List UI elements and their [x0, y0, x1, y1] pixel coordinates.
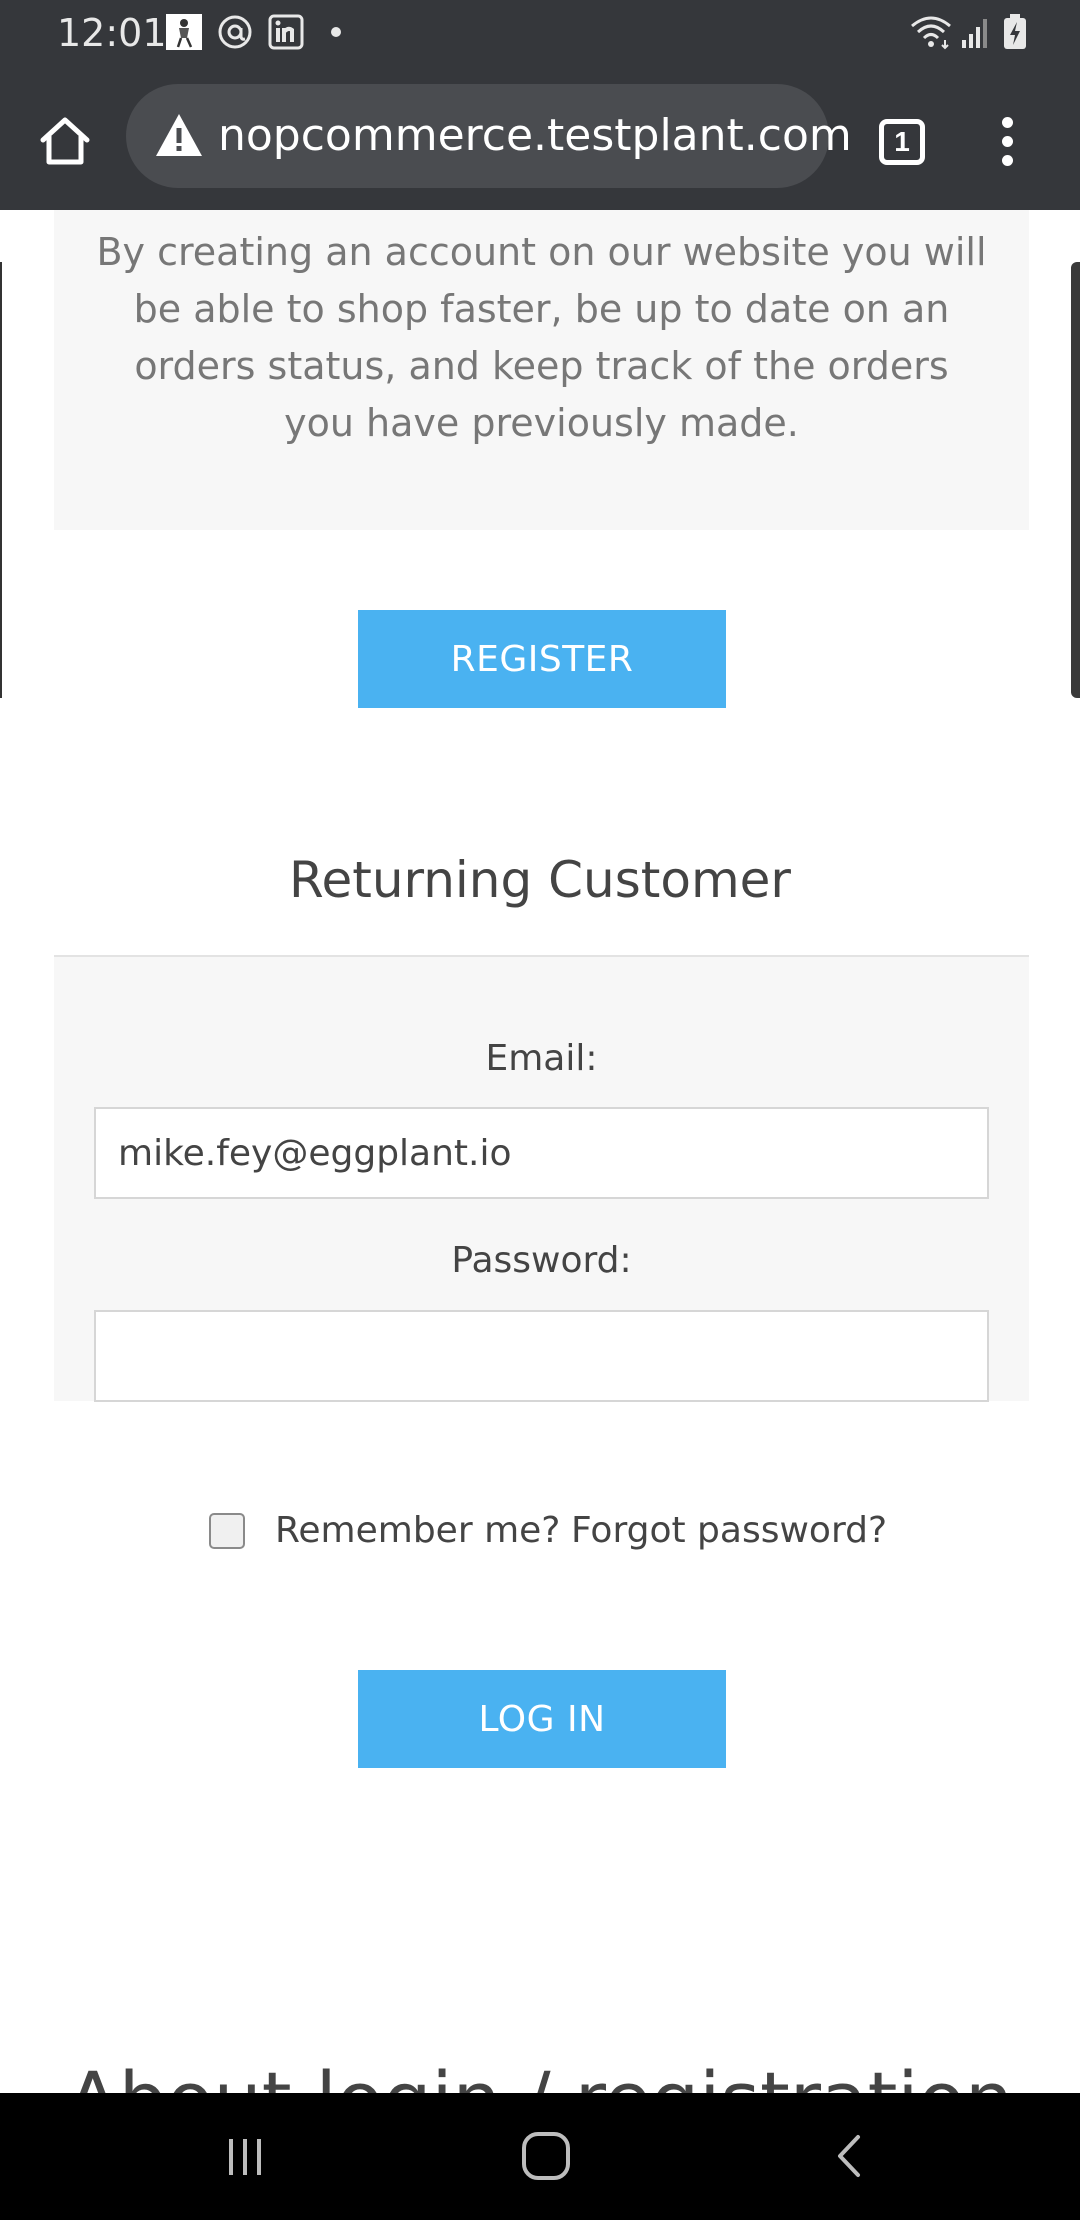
recents-button[interactable] [205, 2121, 285, 2191]
address-bar[interactable]: nopcommerce.testplant.com [126, 84, 852, 188]
home-button[interactable] [30, 106, 100, 176]
email-field[interactable]: mike.fey@eggplant.io [94, 1107, 989, 1199]
status-bar: 12:01 [0, 0, 1080, 66]
password-label: Password: [451, 1240, 632, 1281]
page-content[interactable]: By creating an account on our website yo… [0, 210, 1080, 2093]
register-panel: By creating an account on our website yo… [54, 210, 1029, 530]
home-nav-button[interactable] [506, 2121, 586, 2191]
remember-me-label[interactable]: Remember me? [275, 1509, 560, 1553]
remember-row: Remember me? Forgot password? [54, 1507, 1029, 1557]
linkedin-icon [268, 14, 304, 50]
home-icon [40, 117, 90, 165]
dot-icon [318, 14, 354, 50]
remember-me-checkbox[interactable] [209, 1513, 245, 1549]
tab-count: 1 [879, 119, 925, 165]
more-menu-button[interactable] [985, 106, 1029, 176]
status-time: 12:01 [57, 11, 167, 55]
scroll-edge [0, 262, 2, 698]
back-icon [838, 2135, 860, 2177]
login-button[interactable]: LOG IN [358, 1670, 726, 1768]
forgot-password-link[interactable]: Forgot password? [571, 1509, 887, 1553]
returning-customer-title: Returning Customer [288, 851, 791, 909]
scrollbar[interactable] [1071, 262, 1080, 698]
login-form: Email: mike.fey@eggplant.io Password: Re… [54, 955, 1029, 1551]
menu-dot-icon [1001, 135, 1013, 147]
signal-icon [960, 14, 992, 50]
url-text[interactable]: nopcommerce.testplant.com [218, 108, 852, 164]
battery-charging-icon [1000, 14, 1030, 50]
email-label: Email: [485, 1038, 598, 1079]
tab-switcher-button[interactable]: 1 [872, 112, 932, 172]
wifi-icon [908, 14, 954, 50]
warning-icon[interactable] [154, 112, 204, 158]
register-description: By creating an account on our website yo… [96, 230, 987, 445]
recents-icon [229, 2139, 261, 2175]
back-button[interactable] [811, 2121, 891, 2191]
menu-dot-icon [1001, 116, 1013, 128]
system-nav-bar [0, 2093, 1080, 2220]
about-login-heading: About login / registration [0, 2055, 1080, 2093]
register-button[interactable]: REGISTER [358, 610, 726, 708]
menu-dot-icon [1001, 154, 1013, 166]
browser-toolbar: nopcommerce.testplant.com 1 [0, 66, 1080, 210]
threads-icon [217, 14, 253, 50]
home-nav-icon [522, 2132, 570, 2180]
password-field[interactable] [94, 1310, 989, 1402]
app-figure-icon [166, 14, 202, 50]
